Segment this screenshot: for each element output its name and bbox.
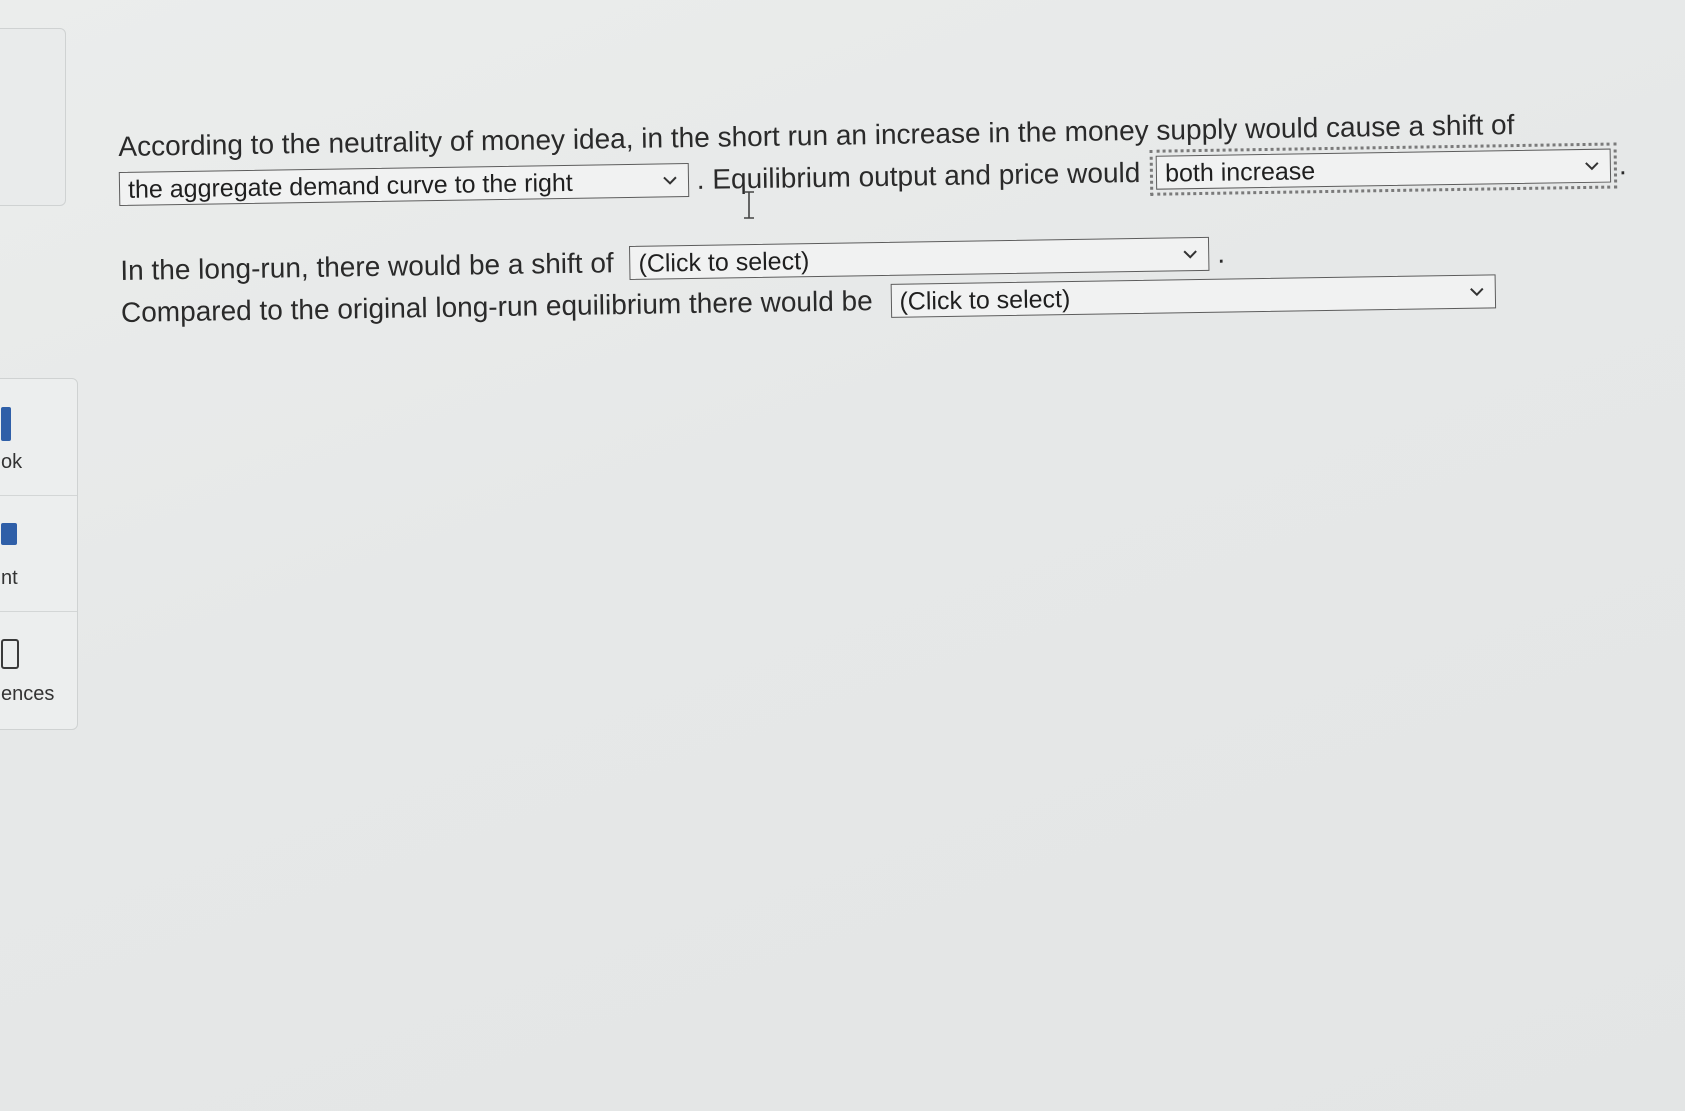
chevron-down-icon bbox=[1468, 283, 1484, 299]
equilibrium-output-price-dropdown[interactable]: both increase bbox=[1149, 140, 1618, 197]
short-run-shift-value: the aggregate demand curve to the right bbox=[127, 168, 573, 204]
sidebar-tools: ok nt ences bbox=[0, 378, 78, 730]
question-text-2-end: . bbox=[1618, 148, 1627, 181]
references-icon bbox=[1, 639, 19, 669]
question-block: According to the neutrality of money ide… bbox=[118, 98, 1661, 330]
print-tool[interactable]: nt bbox=[0, 495, 77, 612]
equilibrium-output-price-value: both increase bbox=[1164, 156, 1316, 188]
print-icon bbox=[1, 523, 17, 545]
references-tool-label: ences bbox=[1, 683, 55, 705]
short-run-shift-dropdown[interactable]: the aggregate demand curve to the right bbox=[118, 162, 690, 206]
long-run-shift-value: (Click to select) bbox=[638, 246, 810, 278]
ebook-tool-label: ok bbox=[1, 451, 23, 473]
question-text-2: . Equilibrium output and price would bbox=[696, 156, 1141, 195]
long-run-comparison-dropdown[interactable]: (Click to select) bbox=[890, 273, 1496, 318]
sidebar-panel-top bbox=[0, 28, 66, 206]
references-tool[interactable]: ences bbox=[0, 611, 77, 727]
print-tool-label: nt bbox=[1, 567, 18, 589]
text-cursor-icon bbox=[742, 190, 756, 220]
chevron-down-icon bbox=[1584, 157, 1600, 173]
chevron-down-icon bbox=[1182, 246, 1198, 262]
question-text-3-end: . bbox=[1216, 237, 1226, 269]
long-run-comparison-value: (Click to select) bbox=[899, 284, 1071, 316]
question-text-4: Compared to the original long-run equili… bbox=[120, 284, 873, 328]
chevron-down-icon bbox=[662, 172, 678, 188]
ebook-tool[interactable]: ok bbox=[0, 379, 77, 496]
book-icon bbox=[1, 407, 11, 441]
